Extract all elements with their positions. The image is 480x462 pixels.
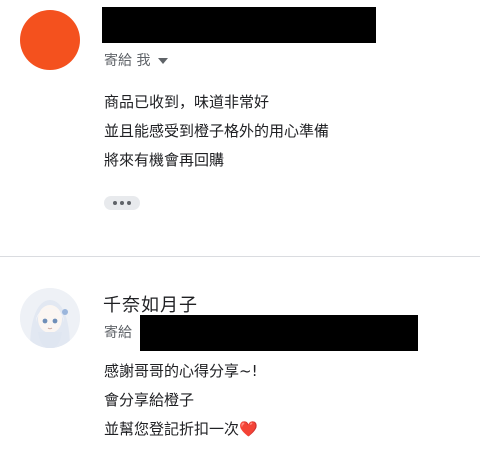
show-trimmed-content-button[interactable] xyxy=(104,196,140,210)
message-line: 商品已收到，味道非常好 xyxy=(104,93,270,111)
heart-emoji: ❤️ xyxy=(239,420,258,438)
avatar[interactable] xyxy=(20,10,80,70)
redacted-sender-name xyxy=(102,7,376,43)
message-line: 並且能感受到橙子格外的用心準備 xyxy=(104,122,330,140)
message-line-text: 並幫您登記折扣一次 xyxy=(104,420,240,438)
message-body: 商品已收到，味道非常好 並且能感受到橙子格外的用心準備 將來有機會再回購 xyxy=(104,88,329,175)
message-item: 寄給 我 商品已收到，味道非常好 並且能感受到橙子格外的用心準備 將來有機會再回… xyxy=(0,0,480,256)
message-line: 將來有機會再回購 xyxy=(104,151,225,169)
recipient-label: 寄給 xyxy=(104,325,132,341)
recipient-line: 寄給 xyxy=(104,322,132,342)
message-line: 並幫您登記折扣一次❤️ xyxy=(104,415,258,444)
message-body: 感謝哥哥的心得分享~! 會分享給橙子 並幫您登記折扣一次❤️ xyxy=(104,357,258,444)
message-line: 會分享給橙子 xyxy=(104,391,195,409)
message-line: 感謝哥哥的心得分享~! xyxy=(104,362,258,380)
more-horizontal-icon xyxy=(113,201,117,205)
avatar-illustration xyxy=(20,288,80,348)
recipient-label: 寄給 我 xyxy=(104,53,151,69)
sender-name: 千奈如月子 xyxy=(103,295,198,316)
chevron-down-icon[interactable] xyxy=(158,58,169,64)
avatar[interactable] xyxy=(20,288,80,348)
redacted-recipient xyxy=(140,315,418,351)
message-item: 千奈如月子 寄給 感謝哥哥的心得分享~! 會分享給橙子 並幫您登記折扣一次❤️ xyxy=(0,257,480,462)
recipient-line[interactable]: 寄給 我 xyxy=(104,50,169,70)
